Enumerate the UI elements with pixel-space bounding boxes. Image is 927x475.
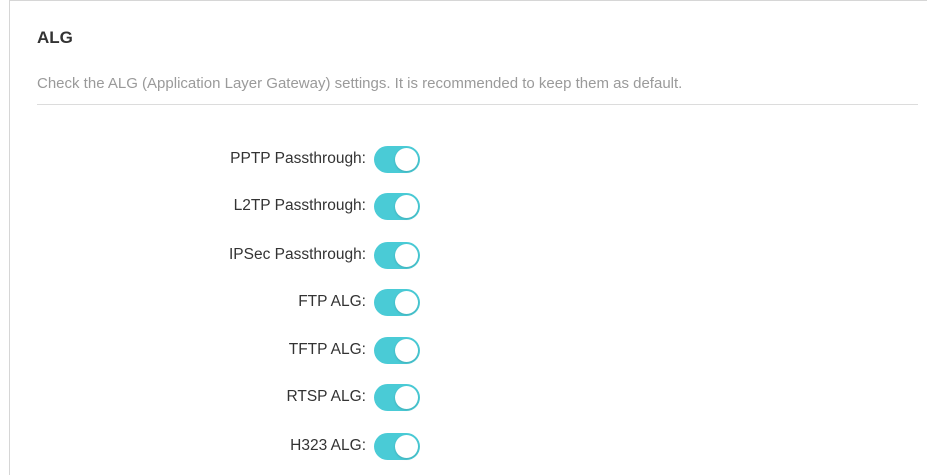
h323-alg-label: H323 ALG: (290, 437, 366, 454)
pptp-passthrough-toggle[interactable] (374, 146, 420, 173)
tftp-alg-toggle[interactable] (374, 337, 420, 364)
h323-alg-toggle[interactable] (374, 433, 420, 460)
setting-row-ipsec: IPSec Passthrough: (10, 237, 927, 273)
rtsp-alg-label: RTSP ALG: (286, 388, 366, 405)
setting-row-h323: H323 ALG: (10, 428, 927, 464)
toggle-knob (395, 339, 418, 362)
setting-row-l2tp: L2TP Passthrough: (10, 188, 927, 224)
section-title: ALG (37, 28, 73, 47)
ftp-alg-label: FTP ALG: (298, 293, 366, 310)
rtsp-alg-toggle[interactable] (374, 384, 420, 411)
section-divider (37, 104, 918, 105)
toggle-knob (395, 291, 418, 314)
ipsec-passthrough-toggle[interactable] (374, 242, 420, 269)
setting-row-rtsp: RTSP ALG: (10, 379, 927, 415)
alg-settings-panel: ALG Check the ALG (Application Layer Gat… (9, 0, 927, 475)
setting-row-ftp: FTP ALG: (10, 284, 927, 320)
toggle-knob (395, 435, 418, 458)
toggle-knob (395, 148, 418, 171)
toggle-knob (395, 386, 418, 409)
ftp-alg-toggle[interactable] (374, 289, 420, 316)
l2tp-passthrough-label: L2TP Passthrough: (233, 197, 366, 214)
l2tp-passthrough-toggle[interactable] (374, 193, 420, 220)
setting-row-tftp: TFTP ALG: (10, 332, 927, 368)
toggle-knob (395, 195, 418, 218)
section-description: Check the ALG (Application Layer Gateway… (37, 75, 683, 92)
ipsec-passthrough-label: IPSec Passthrough: (229, 246, 366, 263)
tftp-alg-label: TFTP ALG: (288, 341, 366, 358)
setting-row-pptp: PPTP Passthrough: (10, 141, 927, 177)
pptp-passthrough-label: PPTP Passthrough: (230, 150, 366, 167)
toggle-knob (395, 244, 418, 267)
